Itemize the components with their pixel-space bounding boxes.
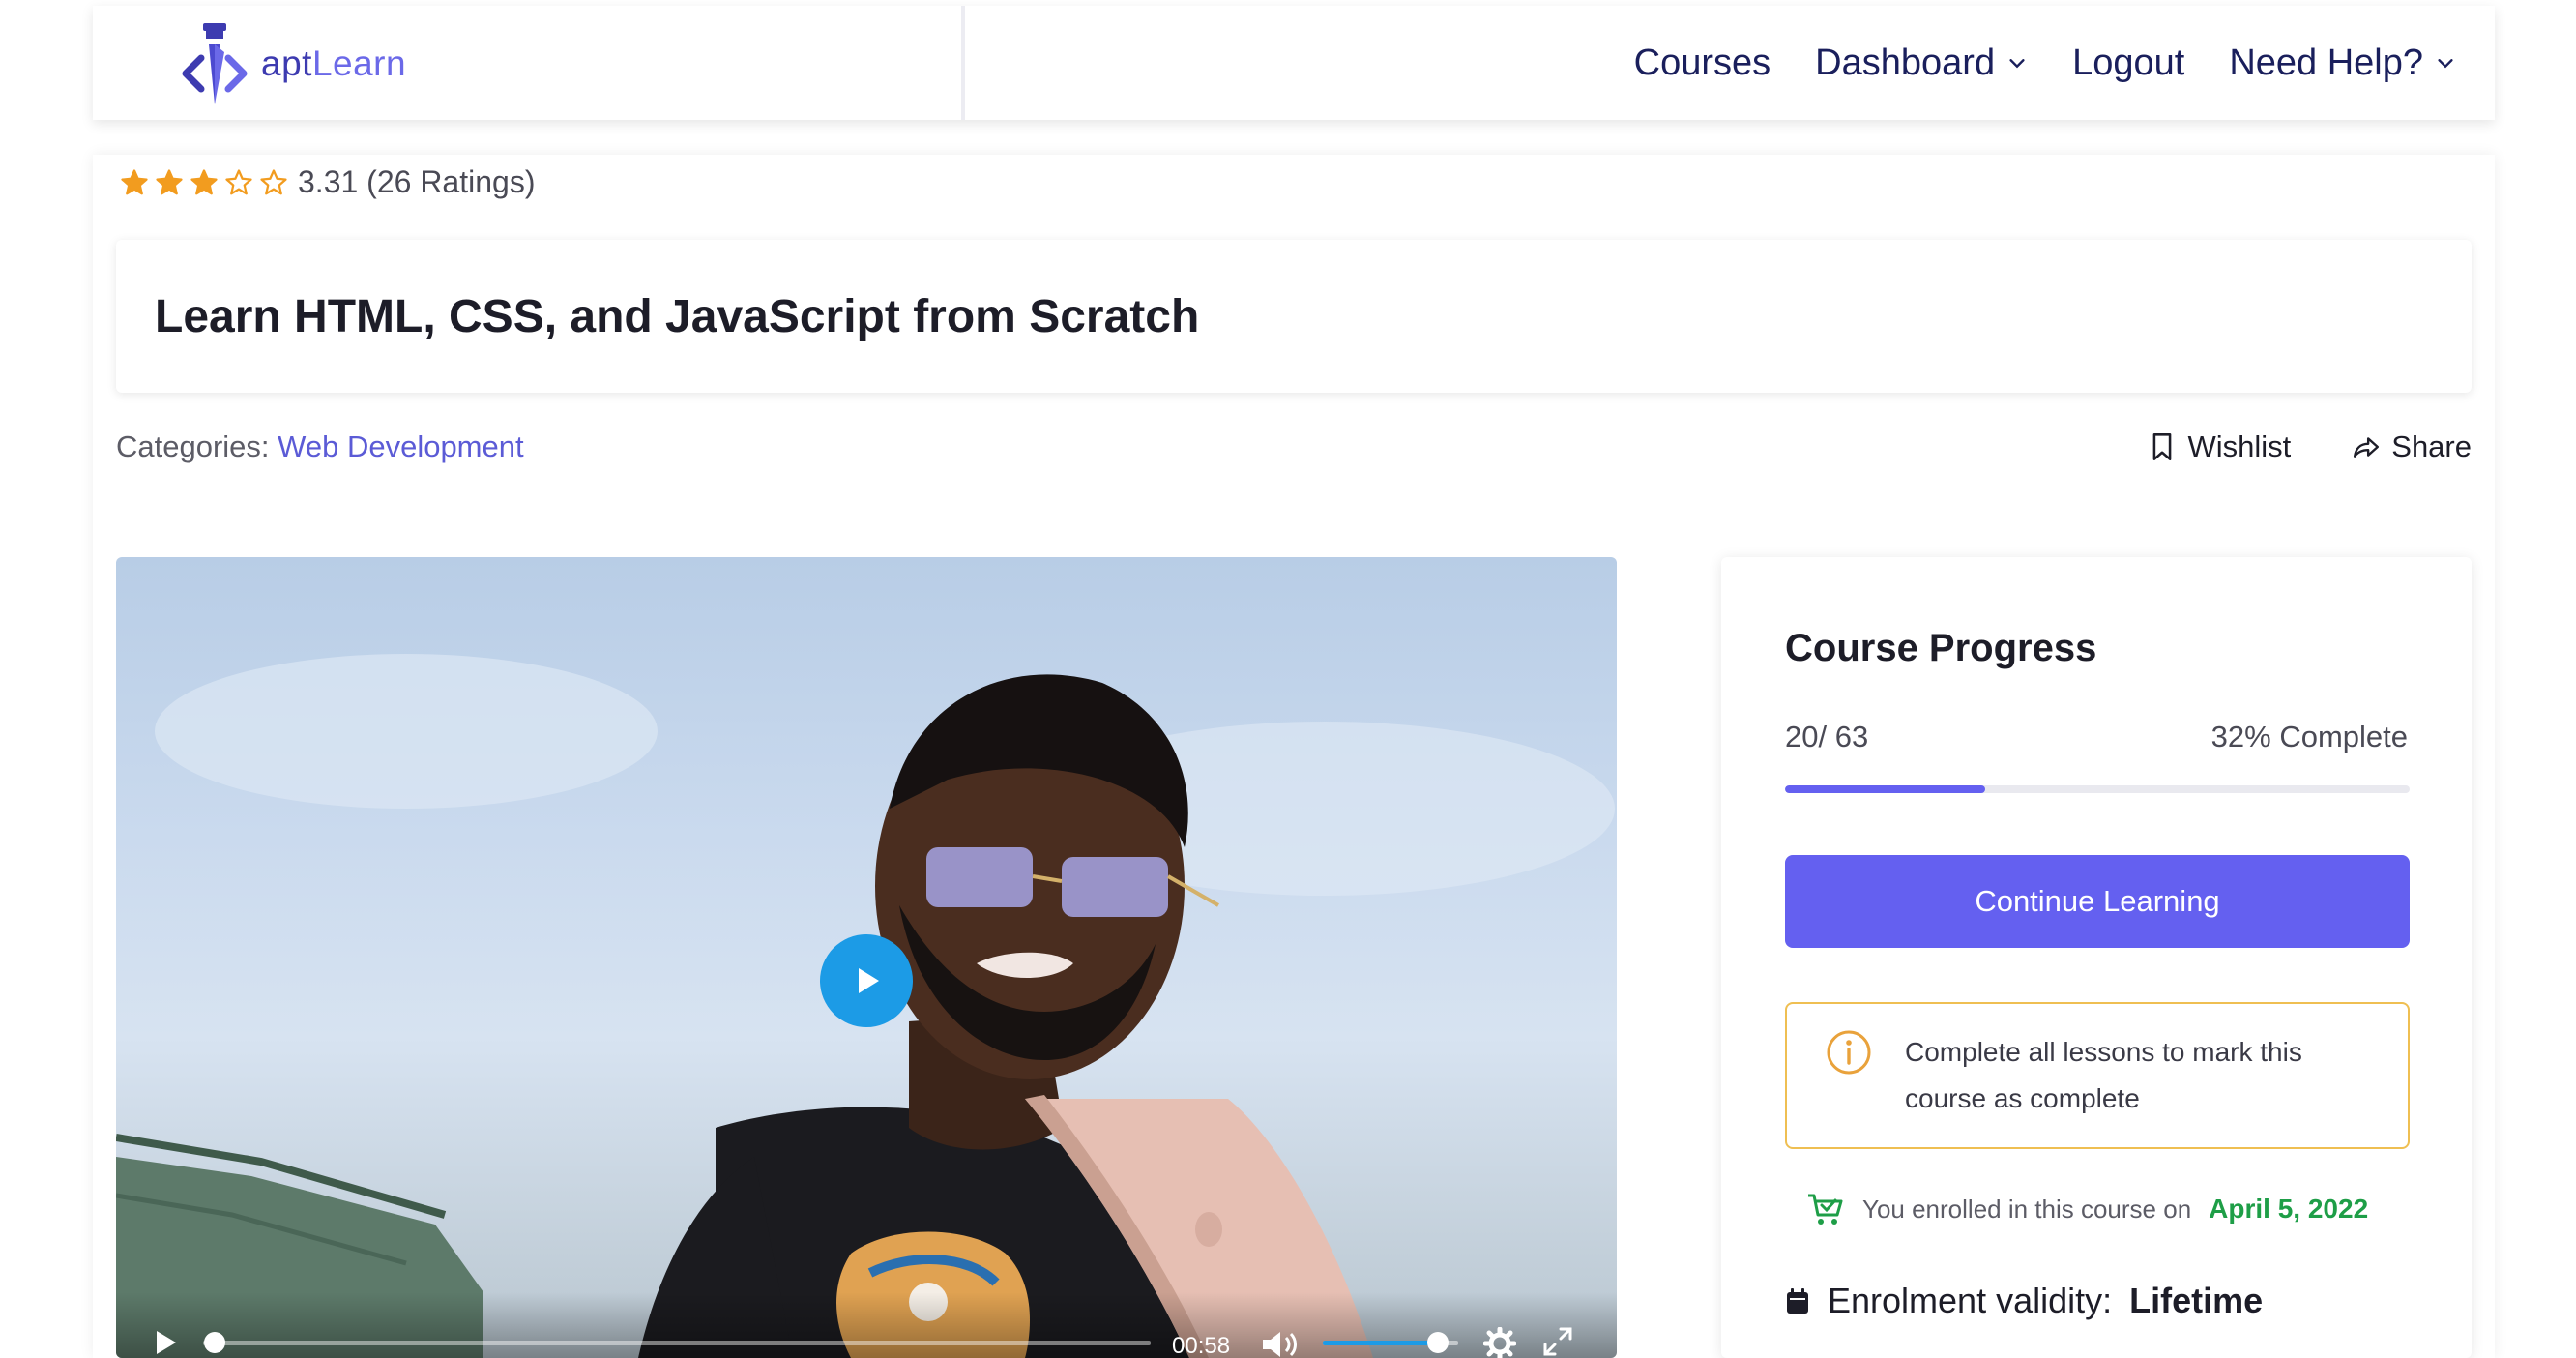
category-link[interactable]: Web Development — [278, 429, 523, 463]
star-empty-icon — [225, 168, 252, 194]
categories-label: Categories: — [116, 429, 270, 463]
validity-value: Lifetime — [2129, 1281, 2264, 1320]
chevron-down-icon — [2009, 59, 2025, 69]
volume-icon[interactable] — [1261, 1329, 1300, 1358]
continue-learning-button[interactable]: Continue Learning — [1785, 855, 2410, 948]
course-video-player[interactable]: 00:58 — [116, 557, 1617, 1358]
enrollment-info: You enrolled in this course on April 5, … — [1806, 1192, 2368, 1226]
video-seek-bar[interactable] — [203, 1331, 1151, 1354]
star-filled-icon — [156, 168, 183, 194]
video-time: 00:58 — [1172, 1333, 1231, 1358]
share-label: Share — [2391, 429, 2472, 463]
control-play-icon[interactable] — [149, 1327, 180, 1358]
main-nav: Courses Dashboard Logout Need Help? — [1634, 6, 2456, 120]
share-icon — [2354, 437, 2380, 458]
video-controls: 00:58 — [116, 1292, 1617, 1358]
bookmark-icon — [2153, 433, 2172, 460]
completion-notice-text: Complete all lessons to mark this course… — [1905, 1037, 2302, 1113]
calendar-icon — [1787, 1288, 1808, 1314]
header-divider — [961, 6, 965, 120]
logo-mark-icon — [182, 23, 248, 104]
rating-text: 3.31 (26 Ratings) — [298, 164, 536, 199]
progress-bar-fill — [1785, 785, 1985, 793]
progress-title: Course Progress — [1785, 627, 2097, 669]
enrolled-text: You enrolled in this course on — [1862, 1194, 2192, 1224]
course-title: Learn HTML, CSS, and JavaScript from Scr… — [155, 290, 1200, 342]
rating-stars — [120, 168, 288, 197]
progress-percent: 32% Complete — [2210, 720, 2408, 753]
star-filled-icon — [121, 168, 148, 194]
logo-learn-text: Learn — [311, 44, 407, 83]
nav-courses-label: Courses — [1633, 42, 1771, 83]
wishlist-label: Wishlist — [2187, 429, 2292, 463]
info-icon — [1827, 1030, 1871, 1075]
play-overlay-button[interactable] — [820, 934, 913, 1027]
validity-label: Enrolment validity: — [1828, 1281, 2113, 1320]
nav-need-help-label: Need Help? — [2229, 42, 2423, 83]
enrolment-validity: Enrolment validity: Lifetime — [1785, 1281, 2263, 1321]
star-filled-icon — [190, 168, 218, 194]
settings-gear-icon[interactable] — [1483, 1327, 1516, 1358]
course-progress-card: Course Progress 20/ 63 32% Complete Cont… — [1721, 557, 2472, 1358]
enrolled-date: April 5, 2022 — [2209, 1194, 2369, 1224]
star-empty-icon — [260, 168, 287, 194]
nav-logout[interactable]: Logout — [2072, 43, 2184, 84]
course-rating: 3.31 (26 Ratings) — [120, 164, 535, 200]
site-header: aptLearn Courses Dashboard Logout Need H… — [93, 6, 2495, 120]
nav-dashboard-label: Dashboard — [1815, 42, 1996, 83]
aptlearn-logo[interactable]: aptLearn — [176, 19, 406, 108]
course-actions: Wishlist Share — [2149, 429, 2472, 464]
progress-count: 20/ 63 — [1785, 720, 1869, 753]
wishlist-button[interactable]: Wishlist — [2149, 429, 2291, 464]
share-button[interactable]: Share — [2353, 429, 2472, 464]
nav-need-help[interactable]: Need Help? — [2229, 43, 2456, 84]
progress-bar — [1785, 785, 2410, 793]
nav-logout-label: Logout — [2072, 42, 2185, 83]
nav-courses[interactable]: Courses — [1634, 43, 1771, 84]
logo-wordmark: aptLearn — [261, 44, 406, 84]
cart-check-icon — [1808, 1194, 1843, 1225]
nav-dashboard[interactable]: Dashboard — [1815, 43, 2028, 84]
play-icon — [859, 968, 879, 993]
course-categories: Categories: Web Development — [116, 429, 524, 464]
fullscreen-icon[interactable] — [1541, 1325, 1574, 1358]
course-title-card: Learn HTML, CSS, and JavaScript from Scr… — [116, 240, 2472, 393]
chevron-down-icon — [2438, 59, 2453, 69]
logo-apt-text: apt — [261, 44, 312, 83]
volume-slider[interactable] — [1323, 1331, 1458, 1354]
completion-notice: Complete all lessons to mark this course… — [1785, 1002, 2410, 1149]
